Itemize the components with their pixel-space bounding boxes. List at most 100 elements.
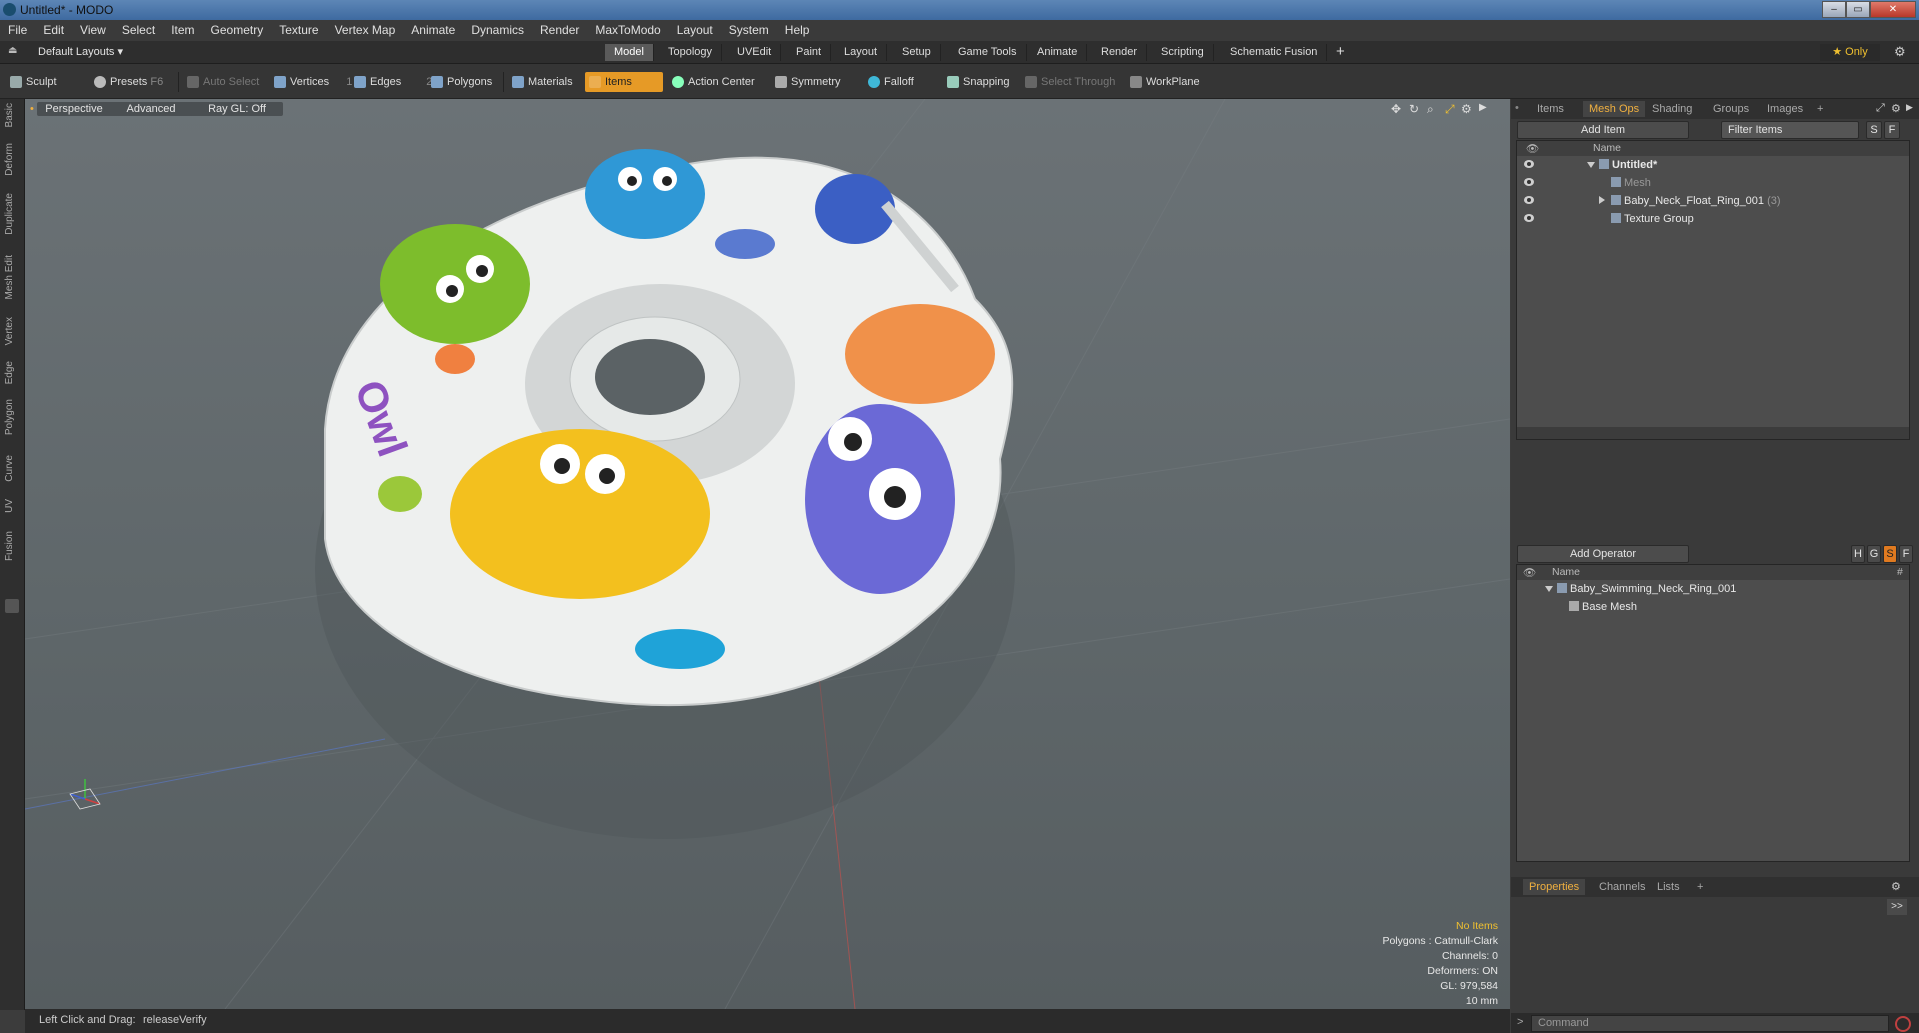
collapse-icon[interactable] — [1587, 162, 1595, 168]
menu-select[interactable]: Select — [114, 20, 163, 37]
expand-arrow-icon[interactable]: ▶ — [1479, 102, 1487, 113]
layout-menu-icon[interactable]: ⏏ — [8, 45, 18, 57]
add-operator-dropdown[interactable]: Add Operator — [1517, 545, 1689, 563]
eye-icon[interactable] — [1524, 214, 1534, 222]
menu-item[interactable]: Item — [163, 20, 202, 37]
move-view-icon[interactable]: ✥ — [1391, 102, 1401, 116]
tab-groups[interactable]: Groups — [1707, 101, 1755, 117]
list-item[interactable]: Baby_Neck_Float_Ring_001 (3) — [1517, 192, 1909, 210]
maximize-button[interactable]: ▭ — [1846, 1, 1870, 18]
menu-vertex-map[interactable]: Vertex Map — [327, 20, 404, 37]
add-tab-button[interactable]: + — [1336, 43, 1345, 60]
items-button[interactable]: Items — [585, 72, 663, 92]
viewport-settings-icon[interactable]: ⚙ — [1461, 102, 1472, 116]
polygons-button[interactable]: Polygons — [427, 72, 498, 92]
menu-edit[interactable]: Edit — [35, 20, 72, 37]
perspective-dropdown[interactable]: Perspective — [37, 102, 111, 116]
menu-file[interactable]: File — [0, 20, 35, 37]
panel-arrow-icon[interactable]: ▶ — [1906, 102, 1913, 113]
collapse-icon[interactable] — [1545, 586, 1553, 592]
menu-dynamics[interactable]: Dynamics — [463, 20, 532, 37]
command-input[interactable]: Command — [1531, 1015, 1889, 1032]
left-tab-curve[interactable]: Curve — [4, 455, 20, 482]
3d-viewport[interactable]: Owl • Perspective Advanced Ray GL: Off ✥… — [25, 99, 1510, 1009]
left-tab-edge[interactable]: Edge — [4, 361, 20, 384]
materials-button[interactable]: Materials — [508, 72, 579, 92]
auto-select-button[interactable]: Auto Select — [183, 72, 265, 92]
horizontal-scrollbar[interactable] — [1517, 427, 1909, 439]
properties-gear-icon[interactable]: ⚙ — [1891, 880, 1901, 893]
add-properties-tab-button[interactable]: + — [1691, 879, 1709, 895]
tab-channels[interactable]: Channels — [1593, 879, 1651, 895]
filter-s-toggle[interactable]: S — [1883, 545, 1897, 563]
expand-icon[interactable] — [1599, 196, 1605, 204]
symmetry-button[interactable]: Symmetry — [771, 72, 847, 92]
menu-system[interactable]: System — [721, 20, 777, 37]
menu-texture[interactable]: Texture — [271, 20, 326, 37]
edges-button[interactable]: Edges 2 — [350, 72, 438, 92]
tab-setup[interactable]: Setup — [893, 44, 941, 61]
tab-topology[interactable]: Topology — [659, 44, 723, 61]
presets-button[interactable]: Presets F6 — [90, 72, 169, 92]
panel-toggle-button[interactable] — [5, 599, 19, 613]
viewport-menu-icon[interactable]: • — [30, 103, 34, 115]
sculpt-button[interactable]: Sculpt — [6, 72, 63, 92]
command-clear-icon[interactable] — [1895, 1016, 1911, 1032]
left-tab-uv[interactable]: UV — [4, 499, 20, 513]
add-item-dropdown[interactable]: Add Item — [1517, 121, 1689, 139]
tab-model[interactable]: Model — [605, 44, 654, 61]
expand-properties-button[interactable]: >> — [1887, 899, 1907, 915]
tab-scripting[interactable]: Scripting — [1152, 44, 1214, 61]
filter-items-input[interactable]: Filter Items — [1721, 121, 1859, 139]
add-panel-tab-button[interactable]: + — [1811, 101, 1829, 117]
action-center-button[interactable]: Action Center — [668, 72, 761, 92]
filter-g-button[interactable]: G — [1867, 545, 1881, 563]
eye-icon[interactable] — [1524, 178, 1534, 186]
eye-icon[interactable] — [1524, 196, 1534, 204]
left-tab-vertex[interactable]: Vertex — [4, 317, 20, 345]
list-item[interactable]: Base Mesh — [1517, 598, 1909, 616]
menu-animate[interactable]: Animate — [403, 20, 463, 37]
menu-maxtomodo[interactable]: MaxToModo — [587, 20, 668, 37]
left-tab-basic[interactable]: Basic — [4, 103, 20, 127]
zoom-view-icon[interactable]: ⌕ — [1427, 102, 1434, 117]
menu-layout[interactable]: Layout — [669, 20, 721, 37]
advanced-dropdown[interactable]: Advanced — [105, 102, 197, 116]
tab-paint[interactable]: Paint — [787, 44, 832, 61]
list-item[interactable]: Untitled* — [1517, 156, 1909, 174]
only-toggle[interactable]: ★ Only — [1820, 44, 1880, 61]
raygl-dropdown[interactable]: Ray GL: Off — [191, 102, 283, 116]
tab-layout[interactable]: Layout — [835, 44, 888, 61]
workplane-button[interactable]: WorkPlane — [1126, 72, 1206, 92]
rotate-view-icon[interactable]: ↻ — [1409, 102, 1419, 116]
close-button[interactable]: ✕ — [1870, 1, 1916, 18]
left-tab-fusion[interactable]: Fusion — [4, 531, 20, 561]
tab-game-tools[interactable]: Game Tools — [949, 44, 1027, 61]
menu-geometry[interactable]: Geometry — [203, 20, 272, 37]
tab-lists[interactable]: Lists — [1651, 879, 1686, 895]
tab-mesh-ops[interactable]: Mesh Ops — [1583, 101, 1646, 117]
vertices-button[interactable]: Vertices 1 — [270, 72, 358, 92]
tab-schematic-fusion[interactable]: Schematic Fusion — [1221, 44, 1328, 61]
list-item[interactable]: Baby_Swimming_Neck_Ring_001 — [1517, 580, 1909, 598]
minimize-button[interactable]: – — [1822, 1, 1846, 18]
filter-f-button[interactable]: F — [1884, 121, 1900, 139]
select-through-button[interactable]: Select Through — [1021, 72, 1121, 92]
tab-uvedit[interactable]: UVEdit — [728, 44, 782, 61]
left-tab-duplicate[interactable]: Duplicate — [4, 193, 20, 235]
tab-render[interactable]: Render — [1092, 44, 1148, 61]
filter-s-button[interactable]: S — [1866, 121, 1882, 139]
left-tab-polygon[interactable]: Polygon — [4, 399, 20, 435]
left-tab-mesh-edit[interactable]: Mesh Edit — [4, 255, 20, 299]
menu-help[interactable]: Help — [777, 20, 818, 37]
filter-h-button[interactable]: H — [1851, 545, 1865, 563]
snapping-button[interactable]: Snapping — [943, 72, 1016, 92]
menu-view[interactable]: View — [72, 20, 114, 37]
default-layouts-dropdown[interactable]: Default Layouts ▾ — [38, 45, 123, 58]
list-item[interactable]: Mesh — [1517, 174, 1909, 192]
falloff-button[interactable]: Falloff — [864, 72, 920, 92]
eye-icon[interactable] — [1524, 160, 1534, 168]
tab-animate[interactable]: Animate — [1028, 44, 1088, 61]
list-item[interactable]: Texture Group — [1517, 210, 1909, 228]
gear-icon[interactable]: ⚙ — [1894, 44, 1906, 60]
